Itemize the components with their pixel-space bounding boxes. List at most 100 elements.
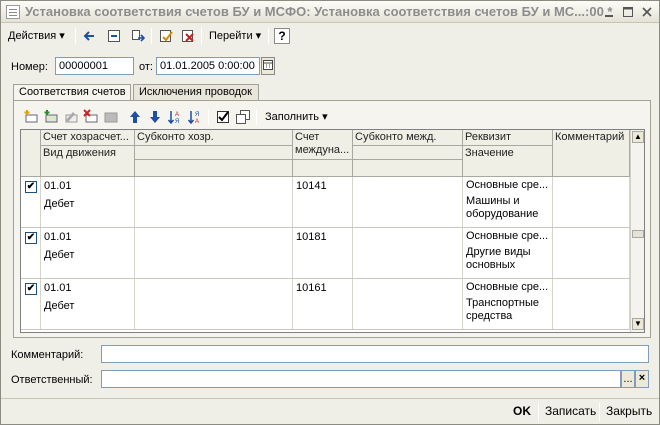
attribute-cell[interactable]: Основные сре... Транспортные средства — [463, 279, 553, 329]
subconto-ifrs-cell[interactable] — [353, 177, 463, 227]
subconto-bu-cell[interactable] — [135, 177, 293, 227]
column-header-account-ifrs[interactable]: Счет междуна... — [293, 130, 353, 160]
unpost-document-icon[interactable] — [179, 28, 197, 44]
title-bar[interactable]: Установка соответствия счетов БУ и МСФО:… — [1, 1, 659, 23]
scroll-up-icon[interactable]: ▲ — [632, 131, 644, 143]
ifrs-account-cell[interactable]: 10181 — [293, 228, 353, 278]
sort-ascending-icon[interactable]: AЯ — [166, 109, 184, 125]
table-row[interactable]: ✔ 01.01 Дебет 10141 Основные сре... Маши… — [21, 177, 630, 228]
column-header-subconto-ifrs-2[interactable] — [353, 146, 463, 160]
account-cell[interactable]: 01.01 Дебет — [41, 279, 135, 329]
toolbar-separator — [208, 109, 209, 125]
help-icon[interactable]: ? — [274, 28, 290, 44]
scroll-thumb[interactable] — [632, 230, 644, 238]
date-field[interactable]: 01.01.2005 0:00:00 — [156, 57, 260, 75]
subconto-bu-cell[interactable] — [135, 228, 293, 278]
date-label: от: — [139, 61, 153, 73]
attribute-cell[interactable]: Основные сре... Машины и оборудование — [463, 177, 553, 227]
clear-responsible-button[interactable]: × — [635, 370, 649, 388]
minimize-icon[interactable] — [601, 4, 617, 20]
delete-row-icon[interactable] — [82, 109, 100, 125]
account-cell[interactable]: 01.01 Дебет — [41, 228, 135, 278]
calendar-icon[interactable] — [261, 57, 275, 75]
row-checkbox[interactable]: ✔ — [25, 181, 37, 193]
subconto-ifrs-cell[interactable] — [353, 279, 463, 329]
column-header-account-ifrs-2[interactable] — [293, 160, 353, 177]
comment-field[interactable] — [101, 345, 649, 363]
column-header-subconto-bu-2[interactable] — [135, 146, 293, 160]
close-icon[interactable] — [639, 4, 655, 20]
fill-menu[interactable]: Заполнить ▾ — [262, 109, 331, 125]
goto-menu-label: Перейти — [209, 30, 253, 42]
select-responsible-button[interactable]: ... — [621, 370, 635, 388]
comment-cell[interactable] — [553, 228, 630, 278]
number-field[interactable]: 00000001 — [55, 57, 134, 75]
end-edit-icon[interactable] — [102, 109, 120, 125]
goto-menu[interactable]: Перейти ▾ — [206, 28, 264, 44]
column-header-subconto-ifrs-3[interactable] — [353, 160, 463, 177]
command-toolbar: Действия ▾ Перейти ▾ ? — [1, 25, 659, 47]
value-value: Машины и оборудование — [466, 195, 539, 220]
ifrs-account-cell[interactable]: 10141 — [293, 177, 353, 227]
comment-cell[interactable] — [553, 177, 630, 227]
comment-cell[interactable] — [553, 279, 630, 329]
account-cell[interactable]: 01.01 Дебет — [41, 177, 135, 227]
check-all-icon[interactable] — [214, 109, 232, 125]
subconto-ifrs-cell[interactable] — [353, 228, 463, 278]
toolbar-separator — [201, 28, 202, 44]
column-header-account-bu[interactable]: Счет хозрасчет... — [41, 130, 135, 146]
check-column-header[interactable] — [21, 130, 41, 177]
actions-menu-label: Действия — [8, 30, 57, 42]
row-checkbox[interactable]: ✔ — [25, 283, 37, 295]
row-check-cell[interactable]: ✔ — [21, 177, 41, 227]
add-copy-row-icon[interactable] — [42, 109, 60, 125]
tab-account-mapping[interactable]: Соответствия счетов — [13, 84, 131, 101]
column-header-movement-type[interactable]: Вид движения — [41, 146, 135, 177]
back-arrow-icon[interactable] — [81, 28, 99, 44]
column-header-subconto-bu-3[interactable] — [135, 160, 293, 177]
responsible-field[interactable] — [101, 370, 621, 388]
tab-posting-exceptions[interactable]: Исключения проводок — [133, 84, 259, 100]
actions-menu[interactable]: Действия ▾ — [5, 28, 68, 44]
bottom-bar: OK Записать Закрыть — [1, 398, 659, 424]
toolbar-separator — [75, 28, 76, 44]
ok-button[interactable]: OK — [513, 404, 531, 418]
toolbar-separator — [256, 109, 257, 125]
movement-value: Дебет — [44, 300, 75, 312]
row-check-cell[interactable]: ✔ — [21, 279, 41, 329]
column-header-attribute[interactable]: Реквизит — [463, 130, 553, 146]
column-header-subconto-bu[interactable]: Субконто хозр. — [135, 130, 293, 146]
sort-descending-icon[interactable]: ЯA — [186, 109, 204, 125]
post-document-icon[interactable] — [157, 28, 175, 44]
attribute-cell[interactable]: Основные сре... Другие виды основных — [463, 228, 553, 278]
edit-row-icon[interactable] — [62, 109, 80, 125]
document-structure-icon[interactable] — [105, 28, 123, 44]
movement-value: Дебет — [44, 198, 75, 210]
add-row-icon[interactable] — [22, 109, 40, 125]
ifrs-account-value: 10161 — [296, 282, 327, 294]
move-up-icon[interactable] — [126, 109, 144, 125]
maximize-icon[interactable] — [620, 4, 636, 20]
mapping-table[interactable]: Счет хозрасчет... Вид движения Субконто … — [20, 129, 645, 333]
ifrs-account-cell[interactable]: 10161 — [293, 279, 353, 329]
column-header-value[interactable]: Значение — [463, 146, 553, 177]
account-value: 01.01 — [44, 282, 72, 294]
close-button[interactable]: Закрыть — [606, 404, 652, 418]
save-button[interactable]: Записать — [545, 404, 596, 418]
column-header-subconto-ifrs[interactable]: Субконто межд. — [353, 130, 463, 146]
uncheck-all-icon[interactable] — [234, 109, 252, 125]
ifrs-account-value: 10181 — [296, 231, 327, 243]
subconto-bu-cell[interactable] — [135, 279, 293, 329]
move-down-icon[interactable] — [146, 109, 164, 125]
vertical-scrollbar[interactable]: ▲ ▼ — [630, 130, 644, 332]
transfer-icon[interactable] — [129, 28, 147, 44]
table-row[interactable]: ✔ 01.01 Дебет 10161 Основные сре... Тран… — [21, 279, 630, 330]
svg-text:A: A — [195, 119, 199, 125]
table-row[interactable]: ✔ 01.01 Дебет 10181 Основные сре... Друг… — [21, 228, 630, 279]
row-checkbox[interactable]: ✔ — [25, 232, 37, 244]
value-value: Другие виды основных — [466, 246, 531, 271]
row-check-cell[interactable]: ✔ — [21, 228, 41, 278]
column-header-comment[interactable]: Комментарий — [553, 130, 630, 177]
scroll-down-icon[interactable]: ▼ — [632, 318, 644, 330]
attribute-value: Основные сре... — [466, 281, 549, 293]
